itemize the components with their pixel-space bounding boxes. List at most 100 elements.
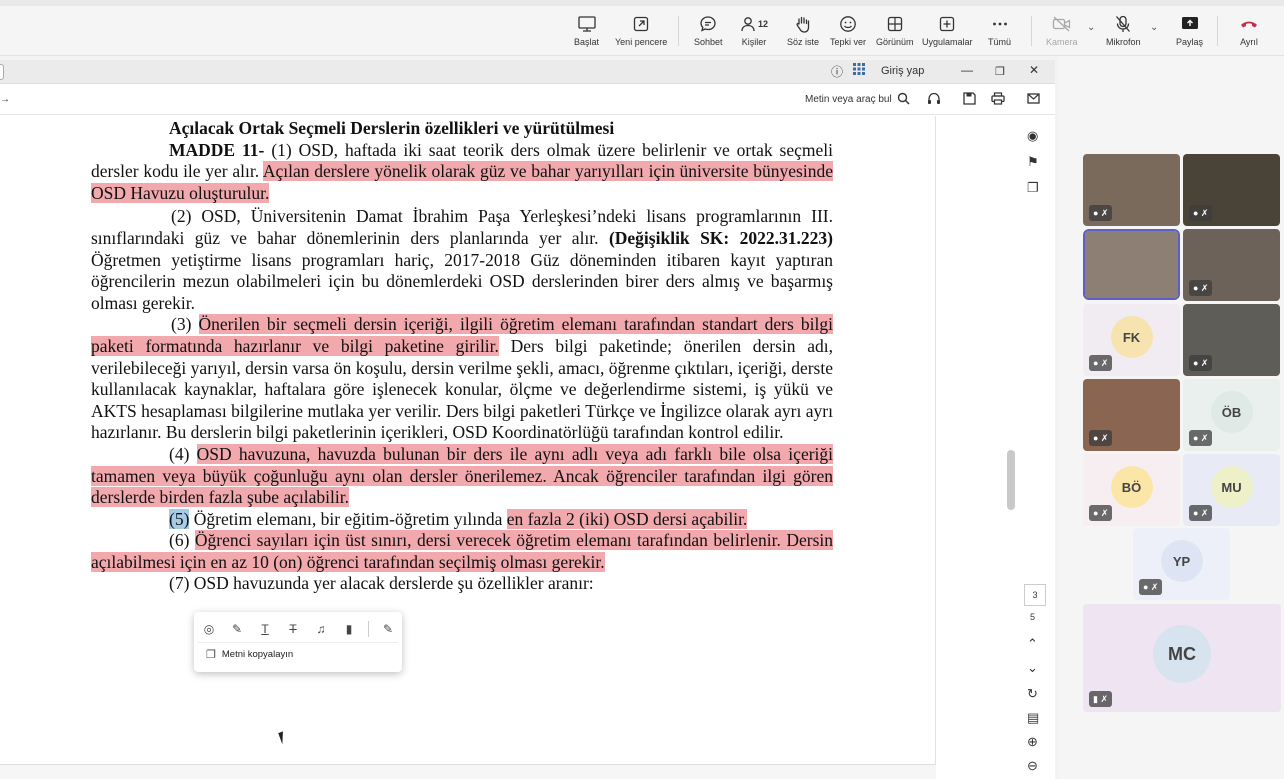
mail-icon[interactable]	[1027, 92, 1040, 107]
react-label: Tepki ver	[830, 37, 867, 47]
fit-page-icon[interactable]: ▤	[1027, 710, 1039, 726]
participant-tile[interactable]: ● ✗	[1183, 304, 1280, 376]
apps-grid-icon[interactable]	[853, 63, 865, 78]
arrow-right-icon[interactable]: →	[0, 94, 10, 105]
paragraph-7-text: (7) OSD havuzunda yer alacak derslerde ş…	[169, 573, 594, 594]
new-window-button[interactable]: Yeni pencere	[615, 14, 667, 50]
paragraph-4-highlight: OSD havuzuna, havuzda bulunan bir ders i…	[91, 443, 834, 508]
chat-icon	[699, 14, 717, 34]
hand-icon	[795, 14, 811, 34]
paragraph-5-highlight: en fazla 2 (iki) OSD dersi açabilir.	[506, 508, 748, 529]
viewer-toolbar: → Metin veya araç bul	[0, 85, 1055, 115]
muted-mic-icon: ● ✗	[1089, 505, 1113, 521]
grid-view-icon	[887, 14, 903, 34]
sign-in-link[interactable]: Giriş yap	[881, 65, 924, 77]
page-down-chevron-icon[interactable]: ⌄	[1027, 660, 1038, 676]
avatar: BÖ	[1110, 466, 1153, 508]
leave-button[interactable]: Ayrıl	[1239, 14, 1259, 50]
zoom-out-icon[interactable]: ⊖	[1027, 758, 1038, 774]
search-tools-field[interactable]: Metin veya araç bul	[805, 94, 892, 105]
toolbar-divider	[678, 16, 679, 46]
react-button[interactable]: Tepki ver	[830, 14, 866, 50]
zoom-in-icon[interactable]: ⊕	[1027, 734, 1038, 750]
view-button[interactable]: Görünüm	[876, 14, 914, 50]
toolbar-divider	[1217, 16, 1218, 46]
participant-tile[interactable]: YP ● ✗	[1133, 528, 1230, 600]
paragraph-3-number: (3)	[171, 314, 199, 335]
page-up-chevron-icon[interactable]: ⌃	[1027, 636, 1038, 652]
participant-tile-large[interactable]: MC ▮ ✗	[1083, 604, 1281, 712]
participant-tile[interactable]: ● ✗	[1083, 379, 1180, 451]
selection-toolbar: ◎ ✎ T T ♫ ▮ ✎ ❐ Metni kopyalayın	[194, 612, 402, 672]
copilot-side-icon[interactable]: ◉	[1027, 128, 1038, 144]
text-color-icon[interactable]: ▮	[340, 622, 358, 636]
participant-tile[interactable]: ● ✗	[1083, 154, 1180, 226]
read-aloud-icon[interactable]: ♫	[312, 622, 330, 636]
camera-label: Kamera	[1046, 37, 1078, 47]
toolbar-divider	[1031, 16, 1032, 46]
participant-tile[interactable]: ÖB ● ✗	[1183, 379, 1280, 451]
headphones-icon[interactable]	[927, 92, 941, 108]
start-label: Başlat	[574, 37, 600, 47]
tab-stub[interactable]	[0, 64, 4, 80]
copy-text-menu-item[interactable]: ❐ Metni kopyalayın	[198, 642, 398, 666]
participant-tile[interactable]: ● ✗	[1183, 229, 1280, 301]
share-icon	[1181, 14, 1199, 34]
participant-tile[interactable]: ● ✗	[1183, 154, 1280, 226]
presentation-icon	[577, 14, 596, 34]
chat-button[interactable]: Sohbet	[694, 14, 723, 50]
document-page[interactable]: Açılacak Ortak Seçmeli Derslerin özellik…	[0, 116, 936, 764]
search-icon[interactable]	[897, 92, 910, 108]
restore-icon[interactable]: ❐	[995, 65, 1005, 78]
help-icon[interactable]: ⓘ	[831, 63, 843, 80]
participant-tile[interactable]: BÖ ● ✗	[1083, 454, 1180, 526]
smiley-icon	[839, 14, 857, 34]
mic-button[interactable]: Mikrofon	[1106, 14, 1141, 50]
start-button[interactable]: Başlat	[574, 14, 599, 50]
rotate-icon[interactable]: ↻	[1027, 686, 1038, 702]
people-count-badge: 12	[758, 19, 769, 29]
close-icon[interactable]: ✕	[1029, 63, 1039, 77]
people-button[interactable]: 12 Kişiler	[740, 14, 768, 50]
vertical-scrollbar[interactable]	[1007, 450, 1015, 510]
apps-button[interactable]: Uygulamalar	[922, 14, 973, 50]
muted-mic-icon: ● ✗	[1089, 205, 1113, 221]
more-button[interactable]: Tümü	[988, 14, 1011, 50]
add-comment-icon[interactable]: ✎	[379, 622, 397, 636]
bookmarks-icon[interactable]: ⚑	[1027, 154, 1039, 170]
viewer-side-panel: ◉ ⚑ ❐ ⌃ ⌄ ↻ ▤ ⊕ ⊖	[1018, 116, 1055, 779]
print-icon[interactable]	[991, 92, 1005, 108]
pages-icon[interactable]: ❐	[1027, 180, 1039, 196]
page-total: 5	[1030, 612, 1036, 622]
new-window-label: Yeni pencere	[615, 37, 668, 47]
participant-tile[interactable]: MU ● ✗	[1183, 454, 1280, 526]
muted-mic-icon: ● ✗	[1189, 505, 1213, 521]
highlighter-icon[interactable]: ✎	[228, 622, 246, 636]
avatar: FK	[1110, 316, 1153, 358]
add-app-icon	[939, 14, 955, 34]
chat-label: Sohbet	[694, 37, 723, 47]
save-icon[interactable]	[963, 92, 976, 108]
muted-mic-icon: ▮ ✗	[1089, 691, 1112, 707]
share-button[interactable]: Paylaş	[1176, 14, 1203, 50]
raise-hand-button[interactable]: Söz iste	[787, 14, 819, 50]
strikethrough-icon[interactable]: T	[284, 622, 302, 636]
view-label: Görünüm	[876, 37, 914, 47]
new-window-icon	[633, 14, 649, 34]
muted-mic-icon: ● ✗	[1189, 355, 1213, 371]
participant-tile-active-speaker[interactable]	[1083, 229, 1180, 300]
paragraph-5-selection: (5)	[169, 508, 190, 529]
mic-options-chevron-icon[interactable]: ⌄	[1150, 22, 1158, 33]
copilot-icon[interactable]: ◎	[200, 622, 218, 636]
pdf-viewer-window: ⓘ Giriş yap — ❐ ✕ → Metin veya araç bul	[0, 60, 1055, 779]
minimize-icon[interactable]: —	[961, 63, 973, 77]
page-number-input[interactable]: 3	[1024, 584, 1046, 606]
camera-button[interactable]: Kamera	[1046, 14, 1078, 50]
copy-icon: ❐	[206, 649, 216, 661]
participant-tile[interactable]: FK ● ✗	[1083, 304, 1180, 376]
muted-mic-icon: ● ✗	[1089, 430, 1113, 446]
avatar: ÖB	[1210, 391, 1253, 433]
underline-icon[interactable]: T	[256, 622, 274, 636]
camera-options-chevron-icon[interactable]: ⌄	[1087, 22, 1095, 33]
leave-label: Ayrıl	[1240, 37, 1258, 47]
